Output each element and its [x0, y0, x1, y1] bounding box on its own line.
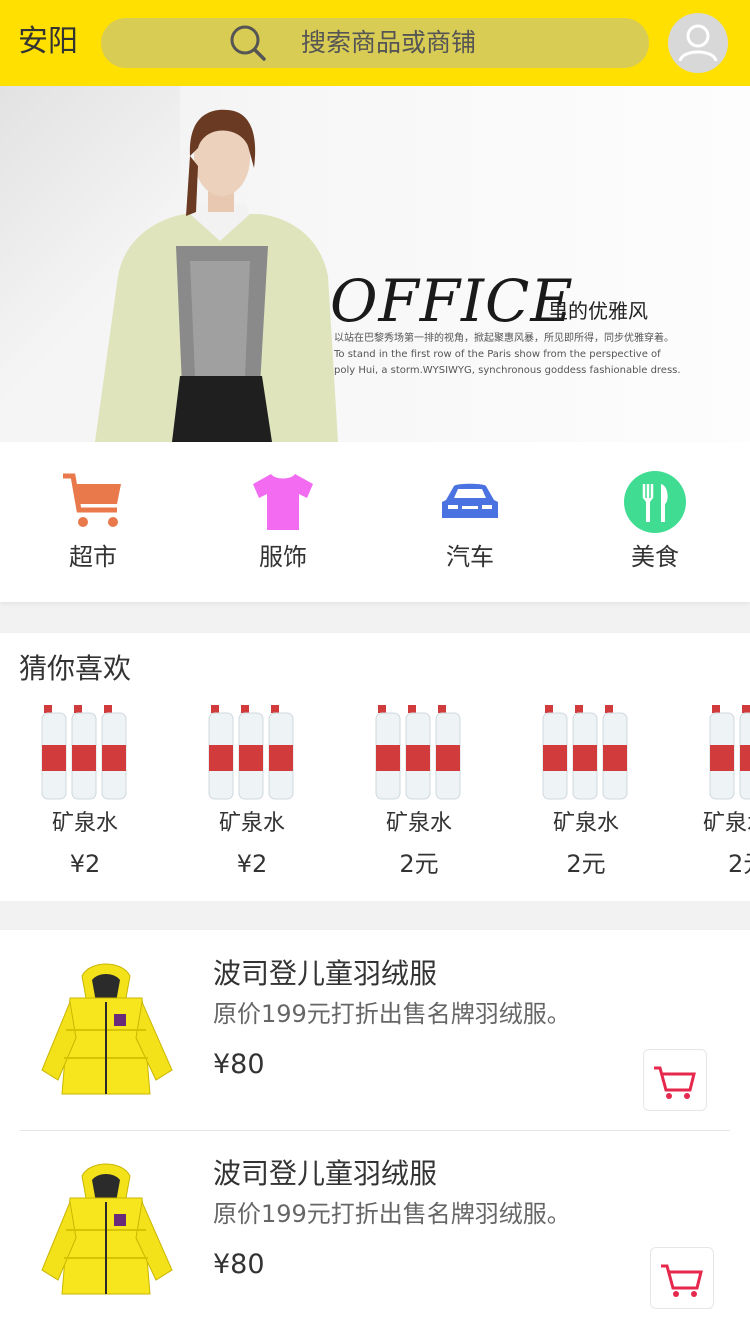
guess-item[interactable]: 矿泉水 ¥2 — [207, 703, 327, 893]
car-icon — [442, 483, 498, 518]
category-grid: 超市 服饰 汽车 美食 — [0, 442, 750, 602]
water-bottles-image — [709, 705, 750, 800]
product-title: 波司登儿童羽绒服 — [213, 957, 438, 990]
product-price: ¥80 — [213, 1249, 265, 1280]
down-jacket-image — [30, 1158, 182, 1304]
item-price: ¥2 — [236, 850, 268, 878]
water-bottles-image — [375, 705, 461, 800]
item-name: 矿泉水 — [385, 811, 452, 836]
water-bottles-image — [542, 705, 628, 800]
product-row[interactable]: 波司登儿童羽绒服 原价199元打折出售名牌羽绒服。 ¥80 — [0, 1130, 750, 1330]
banner-headline-cn: 里的优雅风 — [548, 299, 648, 323]
top-bar: 安阳 搜索商品或商铺 — [0, 0, 750, 86]
item-price: 2元 — [566, 850, 606, 878]
search-icon — [230, 25, 266, 61]
guess-item[interactable]: 矿泉水 2元 — [703, 703, 750, 893]
category-label: 服饰 — [259, 543, 307, 571]
search-placeholder: 搜索商品或商铺 — [301, 28, 477, 57]
category-supermarket[interactable]: 超市 — [16, 442, 166, 602]
add-to-cart-button[interactable] — [643, 1049, 707, 1111]
item-name: 矿泉水 — [703, 811, 750, 836]
item-name: 矿泉水 — [552, 811, 619, 836]
fork-knife-icon — [624, 471, 686, 533]
category-car[interactable]: 汽车 — [393, 442, 543, 602]
section-title: 猜你喜欢 — [19, 652, 132, 685]
category-food[interactable]: 美食 — [578, 442, 728, 602]
promo-banner[interactable]: OFFICE 里的优雅风 以站在巴黎秀场第一排的视角，掀起聚惠风暴，所见即所得，… — [0, 86, 750, 442]
item-name: 矿泉水 — [51, 811, 118, 836]
product-desc: 原价199元打折出售名牌羽绒服。 — [213, 1000, 571, 1028]
category-label: 超市 — [69, 543, 117, 571]
product-title: 波司登儿童羽绒服 — [213, 1157, 438, 1190]
product-desc: 原价199元打折出售名牌羽绒服。 — [213, 1200, 571, 1228]
cart-icon — [63, 473, 121, 527]
guess-you-like-section: 猜你喜欢 矿泉水 ¥2 矿泉水 ¥2 矿泉水 2元 矿泉水 2元 矿泉 2 — [0, 633, 750, 901]
item-price: 2元 — [399, 850, 439, 878]
guess-item[interactable]: 矿泉水 2元 — [374, 703, 494, 893]
category-label: 美食 — [631, 543, 679, 571]
product-price: ¥80 — [213, 1049, 265, 1080]
item-name: 矿泉水 — [218, 811, 285, 836]
category-label: 汽车 — [446, 543, 494, 571]
down-jacket-image — [30, 958, 182, 1104]
water-bottles-image — [208, 705, 294, 800]
cart-icon — [654, 1066, 696, 1099]
add-to-cart-button[interactable] — [650, 1247, 714, 1309]
city-selector[interactable]: 安阳 — [18, 22, 78, 62]
user-icon — [678, 24, 718, 62]
tshirt-icon — [253, 474, 313, 530]
guess-item[interactable]: 矿泉水 ¥2 — [40, 703, 160, 893]
product-list: 波司登儿童羽绒服 原价199元打折出售名牌羽绒服。 ¥80 波司登儿童羽绒服 原… — [0, 930, 750, 1334]
item-price: ¥2 — [69, 850, 101, 878]
banner-headline: OFFICE — [330, 267, 574, 335]
product-row[interactable]: 波司登儿童羽绒服 原价199元打折出售名牌羽绒服。 ¥80 — [0, 930, 750, 1131]
banner-desc-cn: 以站在巴黎秀场第一排的视角，掀起聚惠风暴，所见即所得，同步优雅穿着。 — [334, 333, 674, 344]
cart-icon — [661, 1264, 703, 1297]
banner-model-image — [95, 109, 338, 442]
avatar[interactable] — [668, 13, 728, 73]
banner-desc-en-1: To stand in the first row of the Paris s… — [334, 349, 661, 360]
guess-item[interactable]: 矿泉水 2元 — [541, 703, 661, 893]
category-clothing[interactable]: 服饰 — [206, 442, 356, 602]
banner-desc-en-2: poly Hui, a storm.WYSIWYG, synchronous g… — [334, 365, 681, 376]
water-bottles-image — [41, 705, 127, 800]
search-bar[interactable]: 搜索商品或商铺 — [101, 18, 649, 68]
item-price: 2元 — [728, 850, 750, 878]
